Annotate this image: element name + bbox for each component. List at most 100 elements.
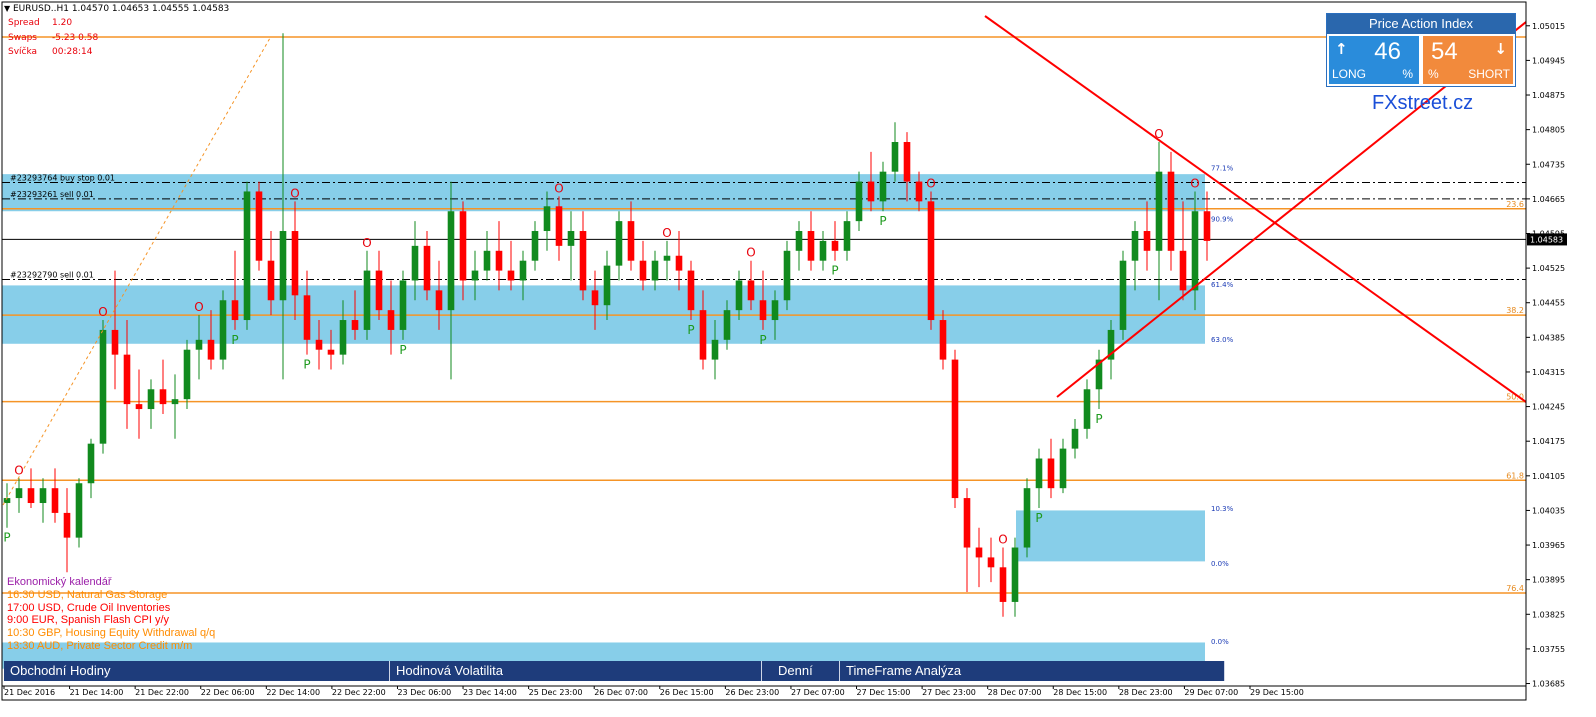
price-tick-label: 1.03895 — [1532, 576, 1565, 585]
candle-body — [399, 280, 407, 330]
candle-body — [63, 512, 71, 538]
candle-body — [1059, 448, 1067, 489]
candle-body — [867, 181, 875, 202]
brand-logo: FXstreet.cz — [1372, 92, 1474, 114]
arrow-down-icon: ↓ — [1494, 40, 1507, 58]
pattern-marker-p: P — [879, 214, 886, 228]
calendar-item: 13:30 AUD, Private Sector Credit m/m — [7, 639, 193, 652]
pattern-marker-o: O — [926, 176, 935, 190]
candle-body — [819, 240, 827, 261]
tab-daily[interactable]: Denní — [762, 661, 840, 681]
time-tick-label: 27 Dec 15:00 — [857, 688, 911, 697]
candle-body — [99, 329, 107, 444]
price-tick-label: 1.04035 — [1532, 506, 1565, 515]
candle-body — [603, 265, 611, 306]
pattern-level-label: 0.0% — [1211, 638, 1229, 646]
pattern-marker-p: P — [1095, 412, 1102, 426]
pattern-marker-o: O — [290, 186, 299, 200]
candle-timer-value: 00:28:14 — [52, 47, 93, 57]
candle-body — [1203, 211, 1211, 241]
candle-body — [231, 300, 239, 321]
pai-short-value: 54 — [1431, 38, 1458, 65]
candle-body — [267, 260, 275, 301]
fib-level-label: 61.8 — [1506, 471, 1524, 480]
price-tick-label: 1.04525 — [1532, 264, 1565, 273]
candle-body — [255, 191, 263, 261]
candle-body — [87, 443, 95, 484]
calendar-item: 17:00 USD, Crude Oil Inventories — [7, 601, 171, 614]
calendar-item: 10:30 GBP, Housing Equity Withdrawal q/q — [7, 627, 216, 640]
candle-body — [579, 231, 587, 291]
candle-body — [699, 310, 707, 360]
candle-body — [507, 270, 515, 281]
pai-short-pct: % — [1428, 67, 1439, 81]
price-tick-label: 1.04105 — [1532, 472, 1565, 481]
candle-body — [843, 221, 851, 251]
tab-timeframe-analysis[interactable]: TimeFrame Analýza — [840, 661, 1225, 681]
pattern-level-label: 90.9% — [1211, 216, 1234, 224]
time-tick-label: 27 Dec 07:00 — [791, 688, 845, 697]
candle-body — [387, 310, 395, 330]
candle-body — [735, 280, 743, 311]
pai-long-value: 46 — [1374, 38, 1401, 65]
candle-body — [75, 483, 83, 538]
candle-body — [879, 171, 887, 202]
candle-body — [411, 245, 419, 281]
candle-body — [339, 320, 347, 355]
candle-body — [135, 404, 143, 410]
price-tick-label: 1.05015 — [1532, 22, 1565, 31]
time-tick-label: 21 Dec 22:00 — [135, 688, 189, 697]
candle-body — [951, 359, 959, 499]
candle-body — [615, 221, 623, 266]
pai-short-label: SHORT — [1468, 67, 1510, 81]
pattern-level-label: 63.0% — [1211, 336, 1234, 344]
candle-body — [687, 270, 695, 311]
pattern-marker-p: P — [303, 358, 310, 372]
pattern-marker-p: P — [759, 333, 766, 347]
tab-trading-hours[interactable]: Obchodní Hodiny — [4, 661, 390, 681]
candle-body — [123, 354, 131, 405]
time-tick-label: 23 Dec 14:00 — [463, 688, 517, 697]
price-tick-label: 1.04945 — [1532, 56, 1565, 65]
candle-body — [1119, 260, 1127, 330]
candle-body — [771, 300, 779, 321]
candle-body — [939, 320, 947, 360]
price-tick-label: 1.04805 — [1532, 126, 1565, 135]
price-chart[interactable]: 76.461.850.038.223.677.1%90.9%61.4%63.0%… — [0, 0, 1596, 717]
collapse-triangle-icon[interactable]: ▼ — [4, 4, 10, 13]
time-tick-label: 28 Dec 23:00 — [1119, 688, 1173, 697]
price-tick-label: 1.03685 — [1532, 680, 1565, 689]
candle-body — [447, 211, 455, 311]
pattern-marker-p: P — [231, 333, 238, 347]
tab-hourly-volatility[interactable]: Hodinová Volatilita — [390, 661, 762, 681]
candle-body — [15, 488, 23, 499]
candle-timer-label: Svíčka — [8, 47, 38, 57]
candle-body — [1191, 211, 1199, 291]
candle-body — [303, 295, 311, 340]
candle-body — [279, 231, 287, 301]
pattern-marker-o: O — [746, 246, 755, 260]
candle-body — [1143, 231, 1151, 251]
symbol-info: EURUSD..H1 1.04570 1.04653 1.04555 1.045… — [13, 4, 230, 14]
price-tick-label: 1.04245 — [1532, 403, 1565, 412]
pai-title: Price Action Index — [1327, 14, 1515, 34]
swaps-label: Swaps — [8, 33, 37, 43]
candle-body — [147, 389, 155, 410]
candle-body — [711, 339, 719, 360]
price-tick-label: 1.04315 — [1532, 368, 1565, 377]
arrow-up-icon: ↑ — [1335, 40, 1348, 58]
candle-body — [999, 567, 1007, 602]
candle-body — [795, 231, 803, 251]
candle-body — [1035, 458, 1043, 489]
candle-body — [987, 557, 995, 568]
candle-body — [903, 142, 911, 182]
time-tick-label: 29 Dec 07:00 — [1184, 688, 1238, 697]
candle-body — [663, 255, 671, 261]
time-tick-label: 22 Dec 06:00 — [201, 688, 255, 697]
price-action-index-panel: Price Action Index ↑ 46 LONG % 54 ↓ % SH… — [1326, 13, 1516, 87]
bottom-toolbar: Obchodní Hodiny Hodinová Volatilita Denn… — [4, 661, 1225, 681]
price-tick-label: 1.04385 — [1532, 333, 1565, 342]
current-price-label: 1.04583 — [1530, 235, 1563, 244]
time-tick-label: 26 Dec 23:00 — [725, 688, 779, 697]
price-tick-label: 1.03825 — [1532, 610, 1565, 619]
